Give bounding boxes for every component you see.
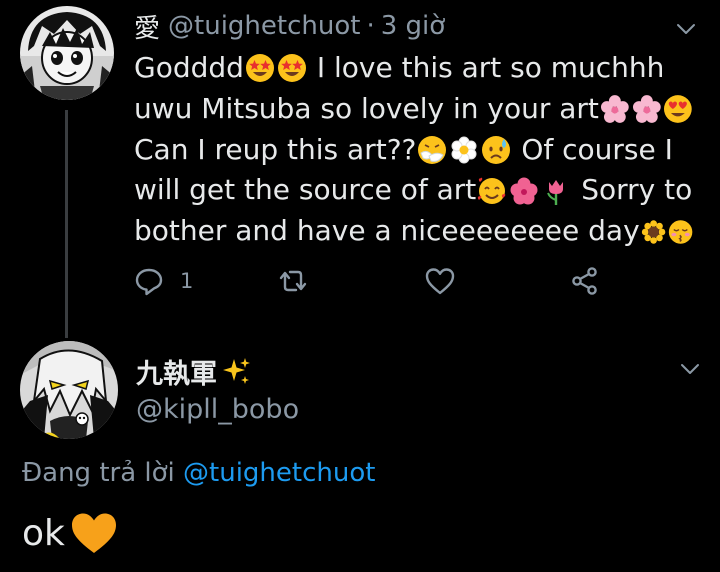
retweet-icon xyxy=(279,270,307,292)
white-flower-emoji-icon xyxy=(451,136,477,164)
manga-avatar-image xyxy=(20,341,118,439)
tweet-text-line: uwu Mitsuba so lovely in your art xyxy=(134,89,694,130)
reply-author-name[interactable]: 九執軍 xyxy=(136,352,252,391)
chevron-down-icon[interactable] xyxy=(676,22,696,36)
retweet-button[interactable] xyxy=(276,266,310,296)
reply-author-name-text: 九執軍 xyxy=(136,359,217,390)
share-button[interactable] xyxy=(570,266,600,296)
cherry-blossom-emoji-icon xyxy=(632,95,661,124)
sunflower-emoji-icon xyxy=(641,219,665,244)
tuighetchuot-avatar[interactable] xyxy=(20,6,114,100)
tweet-actions: 1 xyxy=(134,266,614,306)
tweet-text: Godddd I love this art so muchhh uwu Mits… xyxy=(134,48,694,252)
tweet-text-segment: will get the source of art xyxy=(134,173,477,207)
tweet-text-line: bother and have a niceeeeeeee day xyxy=(134,211,694,252)
thread-line xyxy=(65,110,68,338)
reply-author-handle[interactable]: @kipll_bobo xyxy=(136,394,299,425)
chevron-down-icon[interactable] xyxy=(680,362,700,376)
smiling-hearts-emoji-icon xyxy=(478,177,506,204)
author-name[interactable]: 愛 xyxy=(134,8,160,45)
manga-avatar-image xyxy=(20,6,114,100)
reply-text-content: ok xyxy=(22,512,65,554)
tweet-text-segment: Can I reup this art?? xyxy=(134,132,417,166)
like-button[interactable] xyxy=(424,266,456,296)
star-struck-emoji-icon xyxy=(245,54,274,83)
sparkles-icon xyxy=(223,357,250,384)
reply-count: 1 xyxy=(180,269,194,293)
like-icon xyxy=(425,268,455,295)
hibiscus-emoji-icon xyxy=(510,177,538,205)
kissing-blush-emoji-icon xyxy=(668,219,693,244)
tweet-text-segment: Of course I xyxy=(512,132,673,166)
tweet-text-segment: uwu Mitsuba so lovely in your art xyxy=(134,91,599,125)
cherry-blossom-emoji-icon xyxy=(600,95,629,124)
tweet-header: 愛 @tuighetchuot · 3 giờ xyxy=(134,8,445,44)
sneezing-face-emoji-icon xyxy=(418,135,447,164)
tweet-text-segment: bother and have a niceeeeeeee day xyxy=(134,214,640,248)
tweet-text-segment: Sorry to xyxy=(572,173,693,207)
tweet-time[interactable]: 3 giờ xyxy=(381,11,445,41)
replying-mention[interactable]: @tuighetchuot xyxy=(183,458,375,488)
orange-heart-icon xyxy=(71,513,116,553)
kipll-bobo-avatar[interactable] xyxy=(20,341,118,439)
replying-to: Đang trả lời @tuighetchuot xyxy=(22,458,375,488)
tweet-text-line: will get the source of art Sorry to xyxy=(134,170,694,211)
tweet-text-segment: I love this art so muchhh xyxy=(307,51,665,84)
tweet-text-segment: Godddd xyxy=(134,51,244,84)
share-icon xyxy=(572,267,597,295)
reply-button[interactable]: 1 xyxy=(134,266,193,296)
heart-eyes-emoji-icon xyxy=(664,95,693,124)
author-handle[interactable]: @tuighetchuot xyxy=(168,11,360,41)
separator: · xyxy=(366,11,375,41)
tweet-text-line: Godddd I love this art so muchhh xyxy=(134,48,694,89)
reply-icon xyxy=(135,268,163,296)
tulip-emoji-icon xyxy=(547,179,564,205)
replying-prefix: Đang trả lời xyxy=(22,458,175,488)
worried-sweat-emoji-icon xyxy=(482,135,511,164)
star-struck-emoji-icon xyxy=(277,54,306,83)
tweet-text-line: Can I reup this art?? Of course I xyxy=(134,130,694,171)
reply-text: ok xyxy=(22,510,119,556)
